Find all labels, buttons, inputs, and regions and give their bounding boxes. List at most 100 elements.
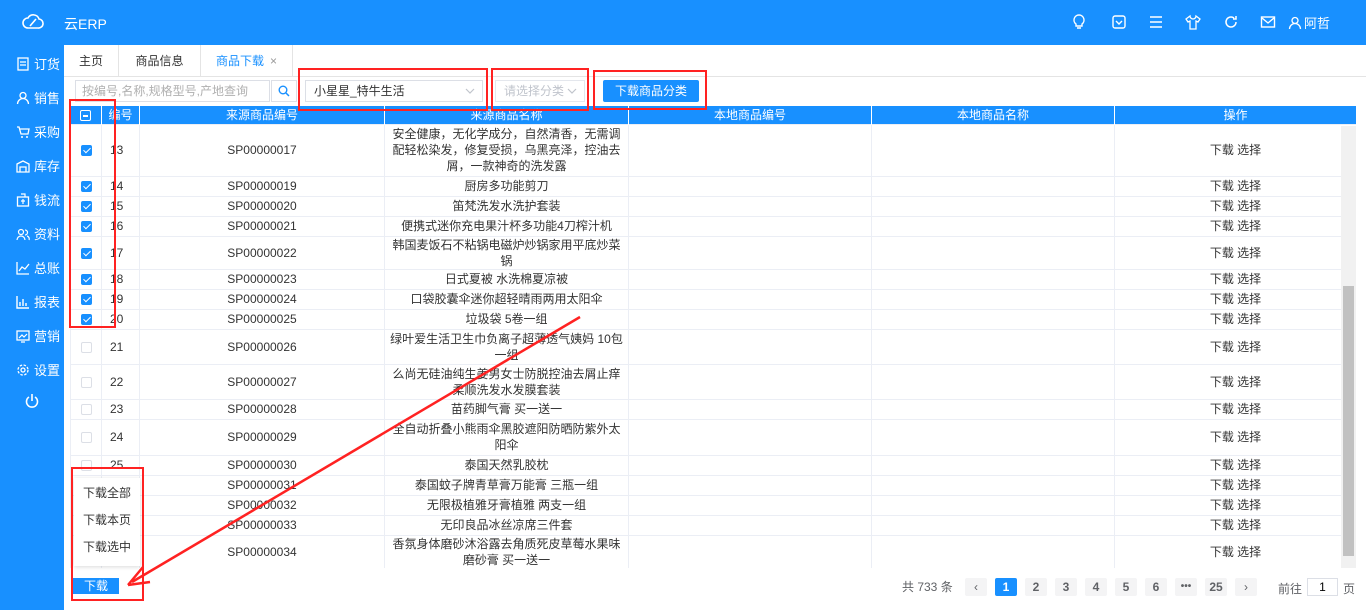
page-button[interactable]: 2 xyxy=(1025,578,1047,596)
sidebar-item-ledger[interactable]: 总账 xyxy=(16,258,60,277)
table-row[interactable]: 24 SP00000029 全自动折叠小熊雨伞黑胶遮阳防晒防紫外太阳伞 下载 选择 xyxy=(70,418,1356,456)
download-all-item[interactable]: 下载全部 xyxy=(83,484,131,501)
row-select-cell[interactable] xyxy=(70,398,102,420)
row-select-cell[interactable] xyxy=(70,268,102,290)
feedback-icon[interactable] xyxy=(1111,14,1127,30)
row-actions[interactable]: 下载 选择 xyxy=(1114,534,1356,568)
close-icon[interactable]: × xyxy=(270,54,277,68)
table-row[interactable]: 13 SP00000017 安全健康，无化学成分，自然清香，无需调配轻松染发，修复受… xyxy=(70,123,1356,177)
mail-icon[interactable] xyxy=(1260,14,1276,30)
select-all-cell[interactable] xyxy=(70,106,102,124)
row-checkbox[interactable] xyxy=(80,201,92,213)
row-select-cell[interactable] xyxy=(70,418,102,456)
row-actions[interactable]: 下载 选择 xyxy=(1114,363,1356,400)
row-checkbox[interactable] xyxy=(80,432,92,444)
cloud-logo-icon[interactable] xyxy=(22,13,44,31)
download-page-item[interactable]: 下载本页 xyxy=(83,511,131,528)
row-select-cell[interactable] xyxy=(70,235,102,270)
download-button[interactable]: 下载 xyxy=(73,578,119,594)
sidebar-item-inventory[interactable]: 库存 xyxy=(16,156,60,175)
row-select-cell[interactable] xyxy=(70,288,102,310)
search-button[interactable] xyxy=(271,80,297,102)
sidebar-item-marketing[interactable]: 营销 xyxy=(16,326,60,345)
table-row[interactable]: 17 SP00000022 韩国麦饭石不粘锅电磁炉炒锅家用平底炒菜锅 下载 选择 xyxy=(70,235,1356,270)
page-button[interactable]: 5 xyxy=(1115,578,1137,596)
user-menu[interactable]: 阿哲 xyxy=(1288,13,1330,32)
tab-product-info[interactable]: 商品信息 xyxy=(119,45,201,77)
row-checkbox[interactable] xyxy=(80,221,92,233)
category-select[interactable]: 请选择分类 xyxy=(495,80,585,102)
table-row[interactable]: SP00000032 无限极植雅牙膏植雅 两支一组 下载 选择 xyxy=(70,494,1356,516)
table-row[interactable]: 25 SP00000030 泰国天然乳胶枕 下载 选择 xyxy=(70,454,1356,476)
table-row[interactable]: SP00000033 无印良品冰丝凉席三件套 下载 选择 xyxy=(70,514,1356,536)
row-actions[interactable]: 下载 选择 xyxy=(1114,514,1356,536)
row-select-cell[interactable] xyxy=(70,328,102,365)
page-button[interactable]: 25 xyxy=(1205,578,1227,596)
table-row[interactable]: 16 SP00000021 便携式迷你充电果汁杯多功能4刀榨汁机 下载 选择 xyxy=(70,215,1356,237)
store-select[interactable]: 小星星_特牛生活 xyxy=(305,80,483,102)
row-select-cell[interactable] xyxy=(70,215,102,237)
skin-icon[interactable] xyxy=(1185,14,1201,30)
row-select-cell[interactable] xyxy=(70,123,102,177)
row-checkbox[interactable] xyxy=(80,294,92,306)
sidebar-item-order[interactable]: 订货 xyxy=(16,54,60,73)
row-actions[interactable]: 下载 选择 xyxy=(1114,215,1356,237)
row-checkbox[interactable] xyxy=(80,247,92,259)
table-scrollbar[interactable] xyxy=(1341,126,1356,568)
row-checkbox[interactable] xyxy=(80,341,92,353)
download-selected-item[interactable]: 下载选中 xyxy=(83,538,131,555)
scrollbar-thumb[interactable] xyxy=(1343,286,1354,556)
row-select-cell[interactable] xyxy=(70,454,102,476)
select-all-checkbox[interactable] xyxy=(80,110,92,122)
table-row[interactable]: 15 SP00000020 笛梵洗发水洗护套装 下载 选择 xyxy=(70,195,1356,217)
row-checkbox[interactable] xyxy=(80,460,92,472)
row-actions[interactable]: 下载 选择 xyxy=(1114,268,1356,290)
row-actions[interactable]: 下载 选择 xyxy=(1114,454,1356,476)
sidebar-item-cashflow[interactable]: 钱流 xyxy=(16,190,60,209)
row-checkbox[interactable] xyxy=(80,181,92,193)
row-checkbox[interactable] xyxy=(80,274,92,286)
page-button[interactable]: 4 xyxy=(1085,578,1107,596)
table-row[interactable]: 22 SP00000027 么尚无硅油纯生姜男女士防脱控油去屑止痒柔顺洗发水发膜套装… xyxy=(70,363,1356,400)
row-actions[interactable]: 下载 选择 xyxy=(1114,175,1356,197)
table-row[interactable]: 23 SP00000028 苗药脚气膏 买一送一 下载 选择 xyxy=(70,398,1356,420)
row-select-cell[interactable] xyxy=(70,195,102,217)
row-select-cell[interactable] xyxy=(70,308,102,330)
table-row[interactable]: 20 SP00000025 垃圾袋 5卷一组 下载 选择 xyxy=(70,308,1356,330)
row-select-cell[interactable] xyxy=(70,363,102,400)
goto-page-input[interactable] xyxy=(1307,578,1338,596)
next-page-button[interactable]: › xyxy=(1235,578,1257,596)
sidebar-item-sales[interactable]: 销售 xyxy=(16,88,60,107)
page-button[interactable]: 6 xyxy=(1145,578,1167,596)
row-actions[interactable]: 下载 选择 xyxy=(1114,308,1356,330)
row-checkbox[interactable] xyxy=(80,404,92,416)
prev-page-button[interactable]: ‹ xyxy=(965,578,987,596)
row-actions[interactable]: 下载 选择 xyxy=(1114,123,1356,177)
sidebar-item-data[interactable]: 资料 xyxy=(16,224,60,243)
row-select-cell[interactable] xyxy=(70,175,102,197)
tab-product-download[interactable]: 商品下载 × xyxy=(201,45,293,77)
row-actions[interactable]: 下载 选择 xyxy=(1114,235,1356,270)
table-row[interactable]: SP00000034 香氛身体磨砂沐浴露去角质死皮草莓水果味磨砂膏 买一送一 下载 … xyxy=(70,534,1356,568)
page-button[interactable]: 1 xyxy=(995,578,1017,596)
more-pages-button[interactable]: ••• xyxy=(1175,578,1197,596)
row-checkbox[interactable] xyxy=(80,376,92,388)
row-checkbox[interactable] xyxy=(80,145,92,157)
page-button[interactable]: 3 xyxy=(1055,578,1077,596)
table-row[interactable]: 19 SP00000024 口袋胶囊伞迷你超轻晴雨两用太阳伞 下载 选择 xyxy=(70,288,1356,310)
menu-icon[interactable] xyxy=(1148,14,1164,30)
row-actions[interactable]: 下载 选择 xyxy=(1114,398,1356,420)
table-row[interactable]: 14 SP00000019 厨房多功能剪刀 下载 选择 xyxy=(70,175,1356,197)
row-actions[interactable]: 下载 选择 xyxy=(1114,328,1356,365)
bulb-icon[interactable] xyxy=(1071,14,1087,30)
table-row[interactable]: 18 SP00000023 日式夏被 水洗棉夏凉被 下载 选择 xyxy=(70,268,1356,290)
download-category-button[interactable]: 下载商品分类 xyxy=(603,80,699,102)
row-actions[interactable]: 下载 选择 xyxy=(1114,494,1356,516)
refresh-icon[interactable] xyxy=(1223,14,1239,30)
sidebar-item-settings[interactable]: 设置 xyxy=(16,360,60,379)
power-icon[interactable] xyxy=(24,393,40,409)
sidebar-item-report[interactable]: 报表 xyxy=(16,292,60,311)
tab-home[interactable]: 主页 xyxy=(64,45,119,77)
row-actions[interactable]: 下载 选择 xyxy=(1114,288,1356,310)
sidebar-item-purchase[interactable]: 采购 xyxy=(16,122,60,141)
